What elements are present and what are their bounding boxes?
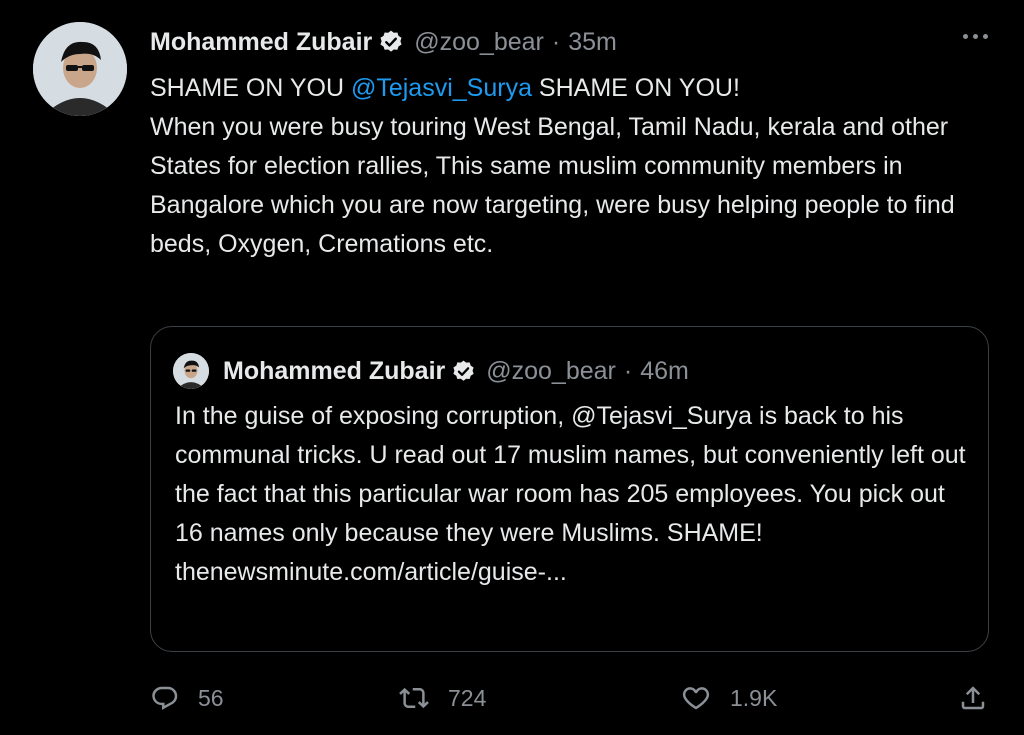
reply-count: 56 <box>198 684 224 711</box>
share-icon <box>958 683 988 713</box>
more-options-icon[interactable] <box>963 34 988 39</box>
share-button[interactable] <box>958 678 988 718</box>
tweet-header: Mohammed Zubair @zoo_bear · 35m <box>150 22 617 62</box>
tweet-text: SHAME ON YOU @Tejasvi_Surya SHAME ON YOU… <box>150 69 980 264</box>
separator-dot: · <box>551 27 561 56</box>
quoted-author-handle: @zoo_bear <box>486 356 616 385</box>
like-button[interactable]: 1.9K <box>680 678 777 718</box>
author-name[interactable]: Mohammed Zubair <box>150 28 372 57</box>
reply-button[interactable]: 56 <box>150 678 224 718</box>
reply-icon <box>150 683 180 713</box>
quoted-author-name: Mohammed Zubair <box>223 356 446 385</box>
tweet-text-end: SHAME ON YOU! <box>531 74 740 102</box>
verified-badge-icon <box>378 29 404 55</box>
tweet-timestamp[interactable]: 35m <box>568 28 617 57</box>
quoted-link[interactable]: thenewsminute.com/article/guise-... <box>175 553 975 592</box>
verified-badge-icon <box>451 359 476 384</box>
like-icon <box>680 683 712 713</box>
separator-dot: · <box>623 356 633 385</box>
tweet-first-line: SHAME ON YOU @Tejasvi_Surya SHAME ON YOU… <box>150 69 980 108</box>
quoted-tweet-text: In the guise of exposing corruption, @Te… <box>175 397 975 592</box>
like-count: 1.9K <box>730 684 778 711</box>
retweet-button[interactable]: 724 <box>398 678 486 718</box>
quoted-author-avatar <box>173 353 209 389</box>
author-avatar[interactable] <box>33 22 127 116</box>
mention-link[interactable]: @Tejasvi_Surya <box>351 74 532 102</box>
action-bar: 56 724 1.9K <box>0 670 1024 726</box>
tweet-paragraph: When you were busy touring West Bengal, … <box>150 113 955 258</box>
quoted-tweet-header: Mohammed Zubair @zoo_bear · 46m <box>173 351 689 391</box>
retweet-count: 724 <box>448 684 487 711</box>
quoted-tweet[interactable]: Mohammed Zubair @zoo_bear · 46m In the g… <box>150 326 989 652</box>
tweet-text-start: SHAME ON YOU <box>150 74 351 102</box>
quoted-avatar-photo <box>173 353 209 389</box>
avatar-photo <box>33 22 127 116</box>
retweet-icon <box>398 683 430 713</box>
quoted-timestamp: 46m <box>640 356 689 385</box>
author-handle[interactable]: @zoo_bear <box>414 28 544 57</box>
quoted-text: In the guise of exposing corruption, @Te… <box>175 402 966 547</box>
tweet[interactable]: Mohammed Zubair @zoo_bear · 35m SHAME ON… <box>0 0 1024 735</box>
